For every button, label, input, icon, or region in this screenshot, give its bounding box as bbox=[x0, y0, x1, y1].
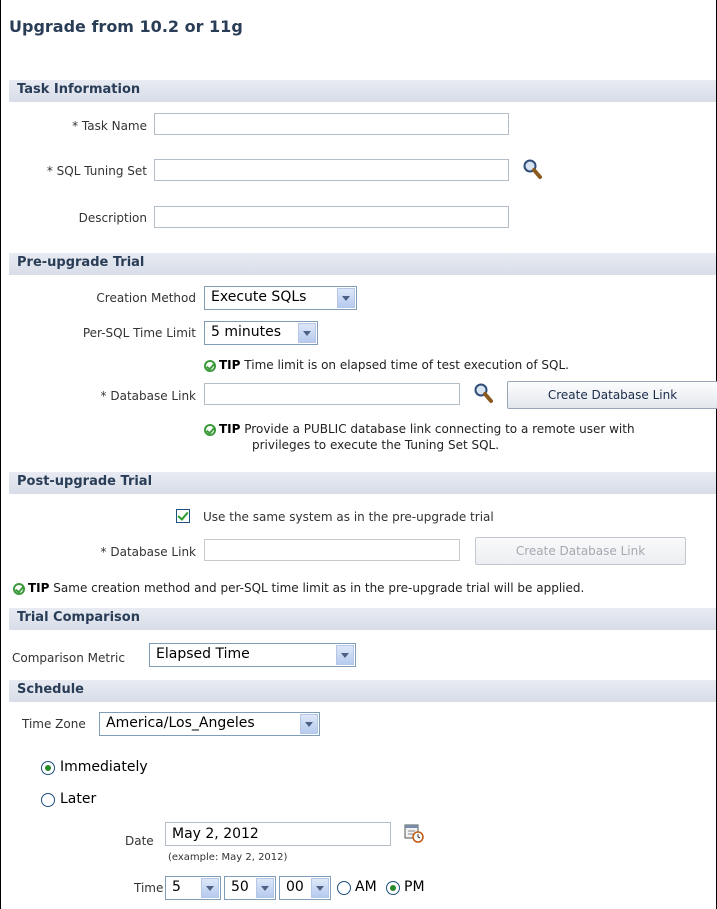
time-zone-label: Time Zone bbox=[22, 717, 86, 731]
section-schedule: Schedule bbox=[9, 679, 716, 702]
chevron-down-icon[interactable] bbox=[256, 878, 274, 898]
date-label: Date bbox=[125, 834, 154, 848]
section-post-upgrade-trial: Post-upgrade Trial bbox=[9, 471, 716, 494]
immediately-label: Immediately bbox=[60, 759, 148, 775]
task-name-input[interactable] bbox=[154, 113, 509, 135]
upgrade-form: Upgrade from 10.2 or 11g Task Informatio… bbox=[0, 0, 717, 909]
section-title: Pre-upgrade Trial bbox=[17, 255, 145, 270]
selected-value: 5 minutes bbox=[211, 324, 282, 340]
time-limit-label: Per-SQL Time Limit bbox=[82, 326, 196, 340]
immediately-radio[interactable] bbox=[41, 761, 55, 775]
db-link-label: * Database Link bbox=[100, 389, 196, 403]
calendar-icon[interactable] bbox=[403, 822, 425, 844]
check-circle-icon bbox=[204, 424, 216, 436]
description-label: Description bbox=[78, 211, 147, 225]
sql-tuning-set-label: * SQL Tuning Set bbox=[46, 164, 147, 178]
tip-text: Provide a PUBLIC database link connectin… bbox=[244, 422, 635, 436]
same-system-checkbox[interactable] bbox=[176, 509, 190, 523]
later-radio[interactable] bbox=[41, 793, 55, 807]
task-name-label: * Task Name bbox=[72, 119, 147, 133]
date-example: (example: May 2, 2012) bbox=[168, 852, 288, 863]
comparison-metric-select[interactable]: Elapsed Time bbox=[149, 643, 356, 667]
tip-text: Same creation method and per-SQL time li… bbox=[53, 581, 585, 595]
section-title: Trial Comparison bbox=[17, 610, 140, 625]
tip-text-continued: privileges to execute the Tuning Set SQL… bbox=[252, 438, 500, 452]
pm-radio[interactable] bbox=[386, 881, 400, 895]
selected-value: Execute SQLs bbox=[211, 289, 307, 305]
chevron-down-icon[interactable] bbox=[337, 288, 355, 308]
section-title: Schedule bbox=[17, 682, 84, 697]
section-title: Task Information bbox=[17, 82, 141, 97]
chevron-down-icon[interactable] bbox=[311, 878, 329, 898]
pm-label: PM bbox=[404, 879, 425, 895]
selected-value: 50 bbox=[231, 879, 249, 895]
section-pre-upgrade-trial: Pre-upgrade Trial bbox=[9, 252, 716, 275]
create-database-link-button[interactable]: Create Database Link bbox=[507, 381, 717, 409]
later-label: Later bbox=[60, 791, 97, 807]
create-database-link-button-disabled[interactable]: Create Database Link bbox=[475, 537, 686, 565]
tip-label: TIP bbox=[28, 581, 50, 595]
database-link-tip: TIP Provide a PUBLIC database link conne… bbox=[204, 421, 635, 453]
tip-label: TIP bbox=[219, 358, 241, 372]
search-icon[interactable] bbox=[521, 158, 543, 180]
minute-select[interactable]: 50 bbox=[224, 876, 276, 900]
am-radio[interactable] bbox=[337, 881, 351, 895]
section-trial-comparison: Trial Comparison bbox=[9, 607, 716, 630]
chevron-down-icon[interactable] bbox=[336, 645, 354, 665]
am-label: AM bbox=[355, 879, 377, 895]
hour-select[interactable]: 5 bbox=[165, 876, 221, 900]
tip-label: TIP bbox=[219, 422, 241, 436]
check-circle-icon bbox=[204, 360, 216, 372]
selected-value: America/Los_Angeles bbox=[106, 715, 255, 731]
time-zone-select[interactable]: America/Los_Angeles bbox=[99, 712, 320, 736]
date-input[interactable] bbox=[165, 822, 391, 846]
description-input[interactable] bbox=[154, 206, 509, 228]
time-limit-tip: TIP Time limit is on elapsed time of tes… bbox=[204, 358, 569, 372]
time-limit-select[interactable]: 5 minutes bbox=[204, 321, 318, 345]
time-label: Time bbox=[134, 881, 164, 895]
second-select[interactable]: 00 bbox=[279, 876, 331, 900]
selected-value: 5 bbox=[172, 879, 181, 895]
chevron-down-icon[interactable] bbox=[298, 323, 316, 343]
same-system-label: Use the same system as in the pre-upgrad… bbox=[203, 510, 494, 524]
post-upgrade-tip: TIP Same creation method and per-SQL tim… bbox=[13, 581, 584, 595]
post-db-link-input[interactable] bbox=[204, 539, 460, 561]
check-circle-icon bbox=[13, 583, 25, 595]
section-task-information: Task Information bbox=[9, 79, 716, 102]
tip-text: Time limit is on elapsed time of test ex… bbox=[244, 358, 569, 372]
search-icon[interactable] bbox=[472, 382, 494, 404]
chevron-down-icon[interactable] bbox=[300, 714, 318, 734]
creation-method-select[interactable]: Execute SQLs bbox=[204, 286, 357, 310]
pre-db-link-input[interactable] bbox=[204, 383, 460, 405]
sql-tuning-set-input[interactable] bbox=[154, 159, 509, 181]
selected-value: Elapsed Time bbox=[156, 646, 250, 662]
db-link-label: * Database Link bbox=[100, 545, 196, 559]
page-title: Upgrade from 10.2 or 11g bbox=[9, 17, 243, 36]
chevron-down-icon[interactable] bbox=[201, 878, 219, 898]
selected-value: 00 bbox=[286, 879, 304, 895]
section-title: Post-upgrade Trial bbox=[17, 474, 153, 489]
creation-method-label: Creation Method bbox=[96, 291, 196, 305]
comparison-metric-label: Comparison Metric bbox=[12, 651, 125, 665]
